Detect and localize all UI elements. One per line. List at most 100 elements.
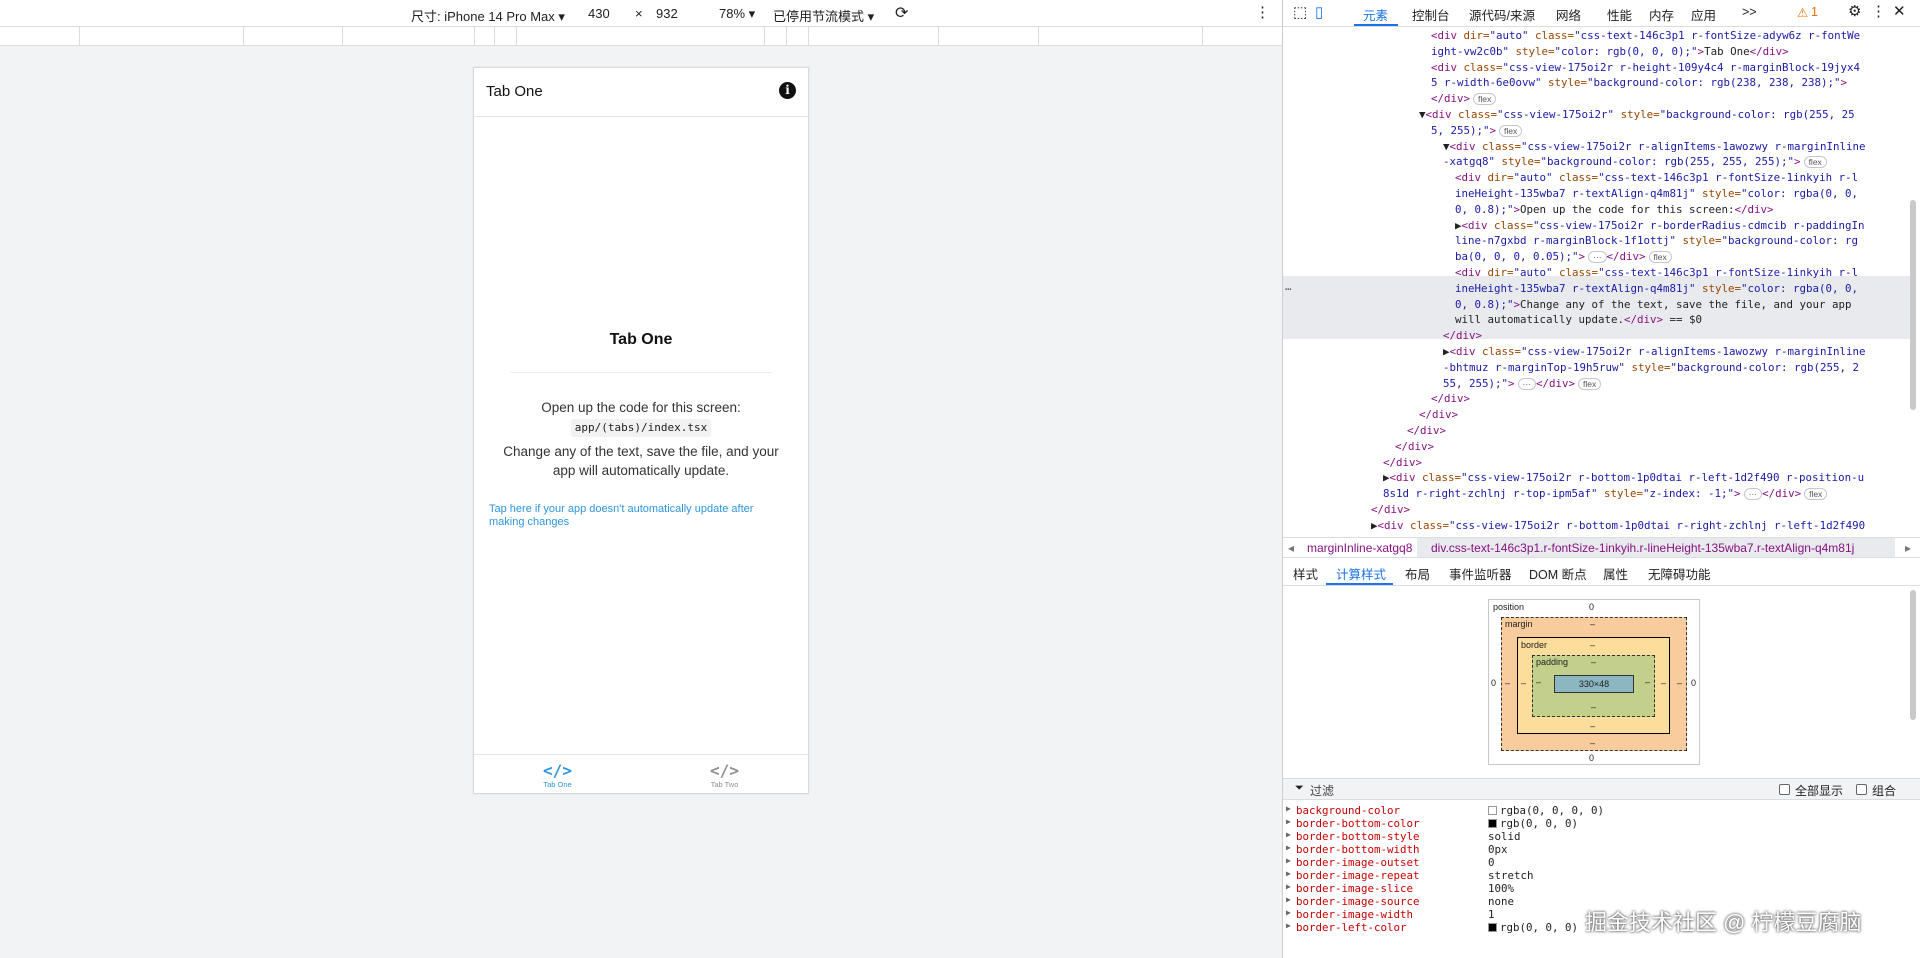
dom-line[interactable]: -bhtmuz r-marginTop-19h5ruw" style="back… <box>1443 360 1859 376</box>
subtab-event-listeners[interactable]: 事件监听器 <box>1449 564 1512 583</box>
breadcrumb-right-icon[interactable]: ▸ <box>1905 541 1911 555</box>
dom-line[interactable]: ▶<div class="css-view-175oi2r r-bottom-1… <box>1383 470 1864 486</box>
group-checkbox[interactable] <box>1856 784 1867 795</box>
subtab-layout[interactable]: 布局 <box>1405 564 1430 583</box>
ellipsis-icon[interactable]: … <box>1285 279 1292 295</box>
flex-badge[interactable]: ··· <box>1743 488 1763 501</box>
flex-badge[interactable]: flex <box>1499 124 1523 137</box>
dom-line[interactable]: will automatically update.</div> == $0 <box>1455 312 1702 328</box>
width-input[interactable]: 430 <box>588 6 610 21</box>
subtab-dom-breakpoints[interactable]: DOM 断点 <box>1529 564 1587 583</box>
content-box[interactable]: 330×48 <box>1554 675 1634 693</box>
expand-arrow-icon[interactable]: ▶ <box>1286 817 1291 826</box>
expand-arrow-icon[interactable]: ▶ <box>1286 830 1291 839</box>
dom-line[interactable]: </div> <box>1407 423 1446 439</box>
flex-badge[interactable]: ··· <box>1588 251 1607 264</box>
dom-line[interactable]: <div dir="auto" class="css-text-146c3p1 … <box>1431 28 1860 44</box>
dom-line[interactable]: </div> <box>1371 502 1410 518</box>
breadcrumb-item[interactable]: marginInline-xatgq8 <box>1307 541 1412 555</box>
dom-line[interactable]: 55, 255);"> ··· </div> flex <box>1443 376 1602 392</box>
dom-line[interactable]: </div> <box>1419 407 1458 423</box>
dom-line[interactable]: ▶<div class="css-view-175oi2r r-borderRa… <box>1455 218 1865 234</box>
zoom-select[interactable]: 78% ▾ <box>719 6 755 22</box>
dom-line[interactable]: <div class="css-view-175oi2r r-height-10… <box>1431 60 1860 76</box>
dom-line[interactable]: line-n7gxbd r-marginBlock-1f1ottj" style… <box>1455 233 1858 249</box>
dom-tree[interactable]: … <div dir="auto" class="css-text-146c3p… <box>1283 27 1913 537</box>
tab-label: Tab One <box>543 780 572 789</box>
subtab-properties[interactable]: 属性 <box>1603 564 1628 583</box>
tab-sources[interactable]: 源代码/来源 <box>1469 5 1535 24</box>
dom-line[interactable]: <div dir="auto" class="css-text-146c3p1 … <box>1455 170 1858 186</box>
throttle-select[interactable]: 已停用节流模式 ▾ <box>773 6 874 25</box>
tab-performance[interactable]: 性能 <box>1607 5 1632 24</box>
flex-badge[interactable]: flex <box>1578 377 1602 390</box>
tab-elements[interactable]: 元素 <box>1363 5 1388 24</box>
breadcrumb-current[interactable]: div.css-text-146c3p1.r-fontSize-1inkyih.… <box>1431 541 1854 555</box>
dom-line[interactable]: ▶<div class="css-view-175oi2r r-bottom-1… <box>1371 518 1865 534</box>
dom-line[interactable]: </div> <box>1443 328 1482 344</box>
dom-line[interactable]: </div> <box>1383 455 1422 471</box>
flex-badge[interactable]: flex <box>1473 93 1497 106</box>
show-all-checkbox[interactable] <box>1779 784 1790 795</box>
dom-line[interactable]: </div> <box>1395 439 1434 455</box>
expand-arrow-icon[interactable]: ▶ <box>1286 856 1291 865</box>
tab-network[interactable]: 网络 <box>1556 5 1581 24</box>
flex-badge[interactable]: flex <box>1804 488 1828 501</box>
dom-line[interactable]: 5, 255);"> flex <box>1431 123 1523 139</box>
dom-line[interactable]: 5 r-width-6e0ovw" style="background-colo… <box>1431 75 1847 91</box>
more-options-icon[interactable]: ⋮ <box>1255 3 1270 21</box>
more-tabs-button[interactable]: >> <box>1742 5 1757 19</box>
dom-scrollbar[interactable] <box>1910 200 1916 410</box>
tab-memory[interactable]: 内存 <box>1649 5 1674 24</box>
close-icon[interactable]: ✕ <box>1893 2 1906 20</box>
subtab-computed[interactable]: 计算样式 <box>1336 564 1386 583</box>
device-select[interactable]: 尺寸: iPhone 14 Pro Max ▾ <box>411 6 565 25</box>
expand-arrow-icon[interactable]: ▶ <box>1286 921 1291 930</box>
margin-top: – <box>1590 619 1596 629</box>
subtab-styles[interactable]: 样式 <box>1293 564 1318 583</box>
filter-input[interactable]: 过滤 <box>1310 782 1334 799</box>
expand-arrow-icon[interactable]: ▶ <box>1286 843 1291 852</box>
tab-two[interactable]: </> Tab Two <box>641 755 808 794</box>
color-swatch[interactable] <box>1488 806 1497 815</box>
settings-icon[interactable]: ⚙ <box>1848 2 1861 20</box>
dom-line[interactable]: ▶<div class="css-view-175oi2r r-alignIte… <box>1443 344 1866 360</box>
tab-application[interactable]: 应用 <box>1691 5 1716 24</box>
help-link[interactable]: Tap here if your app doesn't automatical… <box>489 503 789 529</box>
flex-badge[interactable]: flex <box>1803 156 1827 169</box>
expand-arrow-icon[interactable]: ▶ <box>1286 804 1291 813</box>
dom-line[interactable]: ight-vw2c0b" style="color: rgb(0, 0, 0);… <box>1431 44 1789 60</box>
more-options-icon[interactable]: ⋮ <box>1871 2 1886 20</box>
dom-line[interactable]: ineHeight-135wba7 r-textAlign-q4m81j" st… <box>1455 186 1858 202</box>
tab-console[interactable]: 控制台 <box>1412 5 1450 24</box>
warning-icon[interactable]: ⚠ <box>1797 5 1808 20</box>
dom-line[interactable]: ▼<div class="css-view-175oi2r r-alignIte… <box>1443 139 1866 155</box>
computed-scrollbar[interactable] <box>1910 590 1916 720</box>
color-swatch[interactable] <box>1488 923 1497 932</box>
dom-line[interactable]: 0, 0.8);">Change any of the text, save t… <box>1455 297 1852 313</box>
flex-badge[interactable]: flex <box>1648 251 1672 264</box>
dom-line[interactable]: -xatgq8" style="background-color: rgb(25… <box>1443 154 1827 170</box>
inspect-icon[interactable]: ⬚ <box>1293 3 1307 21</box>
rotate-icon[interactable]: ⟳ <box>895 3 908 23</box>
expand-arrow-icon[interactable]: ▶ <box>1286 908 1291 917</box>
subtab-accessibility[interactable]: 无障碍功能 <box>1648 564 1711 583</box>
dom-line[interactable]: 8s1d r-right-zchlnj r-top-ipm5af" style=… <box>1383 486 1828 502</box>
dom-line[interactable]: </div> <box>1431 391 1470 407</box>
height-input[interactable]: 932 <box>656 6 678 21</box>
info-icon[interactable]: i <box>779 82 796 99</box>
dom-line[interactable]: </div> flex <box>1431 91 1497 107</box>
dom-line[interactable]: ineHeight-135wba7 r-textAlign-q4m81j" st… <box>1455 281 1858 297</box>
breadcrumb-left-icon[interactable]: ◂ <box>1288 541 1294 555</box>
dom-line[interactable]: 0, 0.8);">Open up the code for this scre… <box>1455 202 1774 218</box>
dom-line[interactable]: ▼<div class="css-view-175oi2r" style="ba… <box>1419 107 1855 123</box>
expand-arrow-icon[interactable]: ▶ <box>1286 869 1291 878</box>
dom-line[interactable]: <div dir="auto" class="css-text-146c3p1 … <box>1455 265 1858 281</box>
expand-arrow-icon[interactable]: ▶ <box>1286 882 1291 891</box>
expand-arrow-icon[interactable]: ▶ <box>1286 895 1291 904</box>
flex-badge[interactable]: ··· <box>1517 377 1537 390</box>
device-toggle-icon[interactable]: ▯ <box>1315 3 1323 21</box>
color-swatch[interactable] <box>1488 819 1497 828</box>
dom-line[interactable]: ba(0, 0, 0, 0.05);"> ··· </div> flex <box>1455 249 1672 265</box>
tab-one[interactable]: </> Tab One <box>474 755 641 794</box>
